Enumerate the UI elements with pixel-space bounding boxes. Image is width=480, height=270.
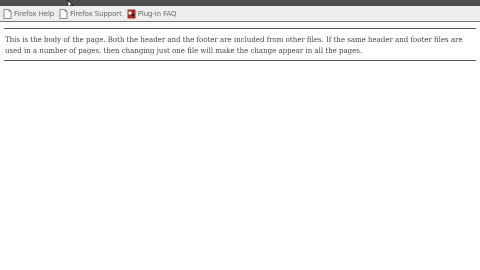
plugin-icon bbox=[127, 9, 136, 18]
bookmark-label: Firefox Support bbox=[70, 9, 122, 18]
bookmark-label: Firefox Help bbox=[14, 9, 55, 18]
bookmarks-toolbar: Firefox Help Firefox Support Plug-in FAQ bbox=[0, 6, 480, 22]
page-icon bbox=[3, 8, 12, 19]
bookmark-firefox-help[interactable]: Firefox Help bbox=[0, 7, 56, 21]
bookmark-firefox-support[interactable]: Firefox Support bbox=[56, 7, 124, 21]
footer-divider bbox=[4, 60, 476, 61]
page-content: This is the body of the page. Both the h… bbox=[4, 28, 476, 61]
bookmark-plugin-faq[interactable]: Plug-in FAQ bbox=[124, 7, 179, 21]
header-divider bbox=[4, 28, 476, 29]
page-icon bbox=[59, 8, 68, 19]
bookmark-label: Plug-in FAQ bbox=[137, 9, 177, 18]
page-body-text: This is the body of the page. Both the h… bbox=[5, 36, 463, 55]
